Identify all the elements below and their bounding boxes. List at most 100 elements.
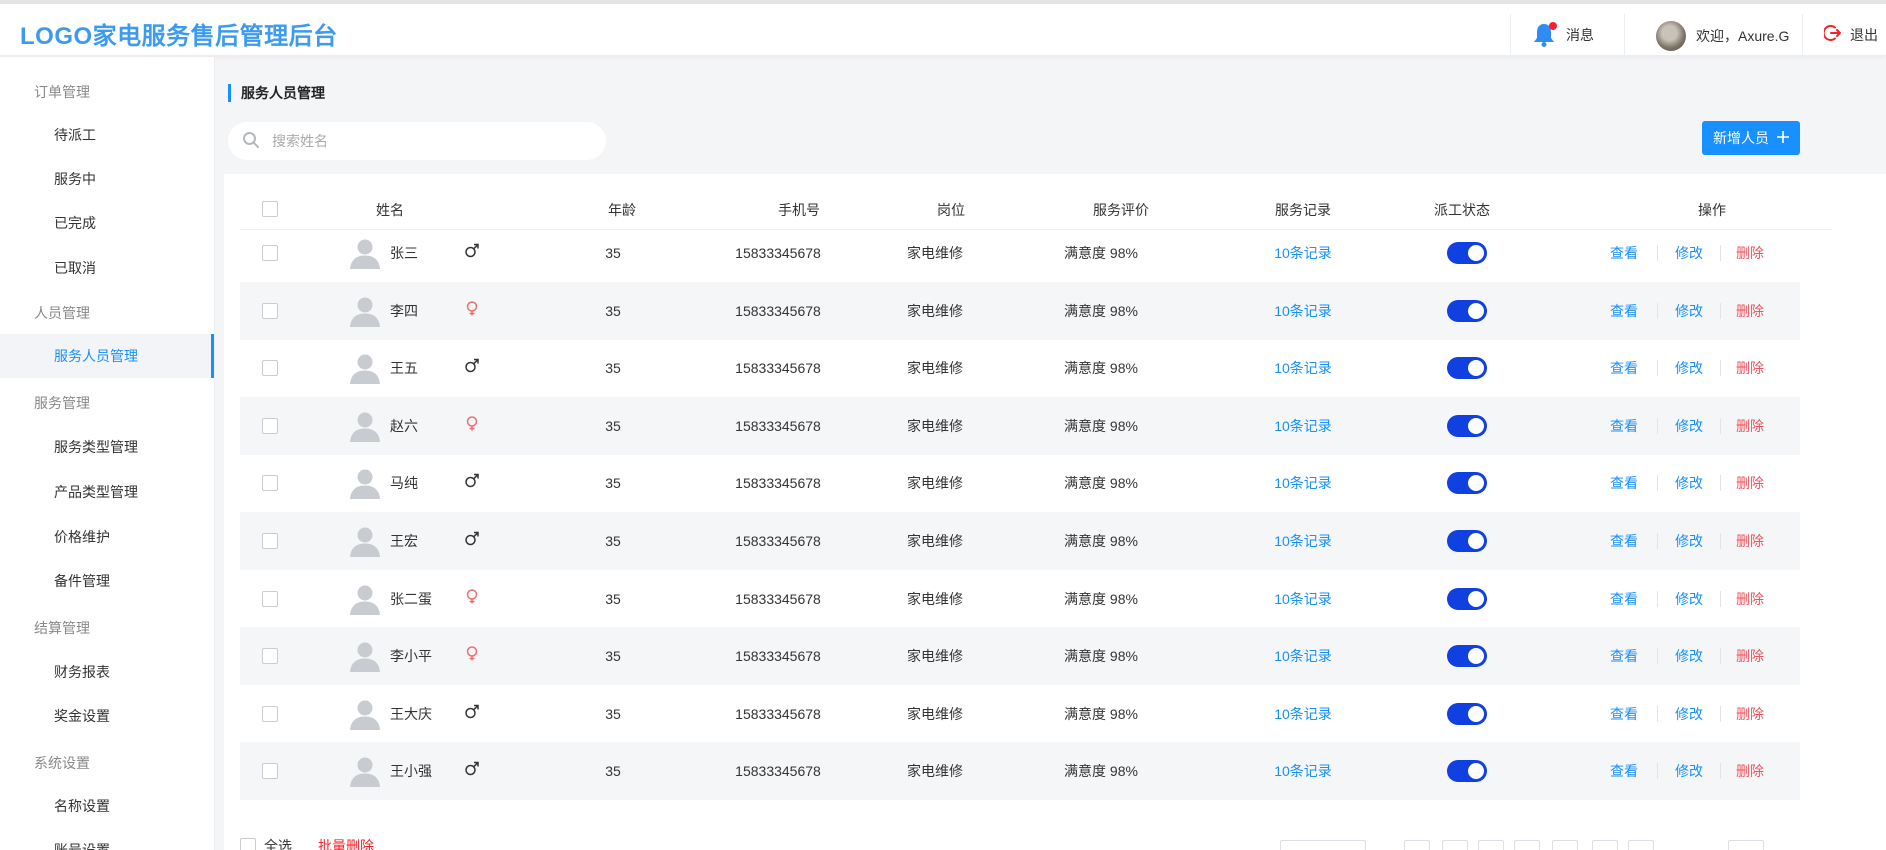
dispatch-toggle[interactable] — [1447, 645, 1487, 668]
pager-button[interactable] — [1478, 840, 1504, 850]
logout-button[interactable]: 退出 — [1822, 24, 1878, 45]
edit-button[interactable]: 修改 — [1675, 358, 1703, 378]
service-records-link[interactable]: 10条记录 — [1274, 416, 1332, 436]
dispatch-toggle[interactable] — [1447, 414, 1487, 437]
action-divider — [1657, 417, 1658, 434]
app-logo[interactable]: LOGO家电服务售后管理后台 — [20, 16, 338, 51]
edit-button[interactable]: 修改 — [1675, 761, 1703, 781]
view-button[interactable]: 查看 — [1610, 243, 1638, 263]
row-checkbox[interactable] — [262, 417, 278, 434]
delete-button[interactable]: 删除 — [1736, 473, 1764, 493]
edit-button[interactable]: 修改 — [1675, 416, 1703, 436]
dispatch-toggle[interactable] — [1447, 357, 1487, 380]
service-records-link[interactable]: 10条记录 — [1274, 243, 1332, 263]
edit-button[interactable]: 修改 — [1675, 646, 1703, 666]
view-button[interactable]: 查看 — [1610, 473, 1638, 493]
select-all-header-checkbox[interactable] — [262, 201, 278, 217]
service-records-link[interactable]: 10条记录 — [1274, 646, 1332, 666]
pager-button[interactable] — [1552, 840, 1578, 850]
row-checkbox[interactable] — [262, 360, 278, 377]
view-button[interactable]: 查看 — [1610, 358, 1638, 378]
view-button[interactable]: 查看 — [1610, 301, 1638, 321]
action-divider — [1657, 245, 1658, 261]
row-checkbox[interactable] — [262, 590, 278, 607]
sidebar-item-bonus-settings[interactable]: 奖金设置 — [0, 694, 214, 738]
delete-button[interactable]: 删除 — [1736, 589, 1764, 609]
search-input[interactable] — [272, 133, 572, 149]
table-row: 张二蛋 35 15833345678 家电维修 满意度 98% 10条记录 查看 修改 删除 — [240, 570, 1800, 628]
user-avatar-icon — [348, 697, 382, 731]
select-all-label[interactable]: 全选 — [264, 836, 292, 850]
delete-button[interactable]: 删除 — [1736, 531, 1764, 551]
dispatch-toggle[interactable] — [1447, 472, 1487, 495]
dispatch-toggle[interactable] — [1447, 299, 1487, 322]
delete-button[interactable]: 删除 — [1736, 358, 1764, 378]
dispatch-toggle[interactable] — [1447, 587, 1487, 610]
dispatch-toggle[interactable] — [1447, 760, 1487, 783]
pager-button[interactable] — [1442, 840, 1468, 850]
row-checkbox[interactable] — [262, 302, 278, 319]
delete-button[interactable]: 删除 — [1736, 646, 1764, 666]
sidebar-item-account-settings[interactable]: 账号设置 — [0, 828, 214, 850]
edit-button[interactable]: 修改 — [1675, 531, 1703, 551]
pager-button[interactable] — [1514, 840, 1540, 850]
pager-button[interactable] — [1404, 840, 1430, 850]
view-button[interactable]: 查看 — [1610, 761, 1638, 781]
sidebar-item-financial-report[interactable]: 财务报表 — [0, 650, 214, 694]
delete-button[interactable]: 删除 — [1736, 416, 1764, 436]
view-button[interactable]: 查看 — [1610, 646, 1638, 666]
view-button[interactable]: 查看 — [1610, 416, 1638, 436]
sidebar-item-price-maintenance[interactable]: 价格维护 — [0, 515, 214, 559]
dispatch-toggle[interactable] — [1447, 702, 1487, 725]
row-checkbox[interactable] — [262, 533, 278, 549]
edit-button[interactable]: 修改 — [1675, 589, 1703, 609]
sidebar-item-service-types[interactable]: 服务类型管理 — [0, 425, 214, 469]
service-records-link[interactable]: 10条记录 — [1274, 589, 1332, 609]
view-button[interactable]: 查看 — [1610, 531, 1638, 551]
male-symbol-icon — [464, 243, 480, 264]
dispatch-toggle[interactable] — [1447, 242, 1487, 264]
service-records-link[interactable]: 10条记录 — [1274, 761, 1332, 781]
page-jump-input[interactable] — [1728, 840, 1764, 850]
edit-button[interactable]: 修改 — [1675, 704, 1703, 724]
user-avatar-icon — [348, 236, 382, 270]
row-checkbox[interactable] — [262, 763, 278, 780]
service-records-link[interactable]: 10条记录 — [1274, 531, 1332, 551]
batch-delete-button[interactable]: 批量删除 — [318, 836, 374, 850]
sidebar-item-name-settings[interactable]: 名称设置 — [0, 784, 214, 828]
row-checkbox[interactable] — [262, 245, 278, 261]
service-records-link[interactable]: 10条记录 — [1274, 473, 1332, 493]
row-checkbox[interactable] — [262, 705, 278, 722]
user-menu[interactable]: 欢迎，Axure.G — [1656, 20, 1789, 52]
sidebar-item-spare-parts[interactable]: 备件管理 — [0, 559, 214, 603]
page-size-select[interactable] — [1280, 840, 1366, 850]
service-records-link[interactable]: 10条记录 — [1274, 704, 1332, 724]
service-records-link[interactable]: 10条记录 — [1274, 358, 1332, 378]
add-staff-button[interactable]: 新增人员 — [1702, 121, 1800, 155]
delete-button[interactable]: 删除 — [1736, 301, 1764, 321]
messages-button[interactable]: 消息 — [1532, 20, 1594, 50]
row-checkbox[interactable] — [262, 648, 278, 665]
sidebar-item-product-types[interactable]: 产品类型管理 — [0, 470, 214, 514]
edit-button[interactable]: 修改 — [1675, 243, 1703, 263]
sidebar-item-pending[interactable]: 待派工 — [0, 113, 214, 157]
service-records-link[interactable]: 10条记录 — [1274, 301, 1332, 321]
edit-button[interactable]: 修改 — [1675, 473, 1703, 493]
edit-button[interactable]: 修改 — [1675, 301, 1703, 321]
row-checkbox[interactable] — [262, 475, 278, 492]
delete-button[interactable]: 删除 — [1736, 243, 1764, 263]
sidebar-item-cancelled[interactable]: 已取消 — [0, 246, 214, 290]
sidebar-item-in-service[interactable]: 服务中 — [0, 157, 214, 201]
delete-button[interactable]: 删除 — [1736, 704, 1764, 724]
sidebar-item-completed[interactable]: 已完成 — [0, 201, 214, 245]
staff-rating: 满意度 98% — [1064, 475, 1138, 492]
view-button[interactable]: 查看 — [1610, 589, 1638, 609]
search-box[interactable] — [228, 122, 606, 160]
delete-button[interactable]: 删除 — [1736, 761, 1764, 781]
view-button[interactable]: 查看 — [1610, 704, 1638, 724]
select-all-checkbox[interactable] — [240, 838, 256, 850]
dispatch-toggle[interactable] — [1447, 530, 1487, 552]
sidebar-item-staff-management[interactable]: 服务人员管理 — [0, 334, 214, 378]
pager-button[interactable] — [1628, 840, 1654, 850]
pager-button[interactable] — [1592, 840, 1618, 850]
